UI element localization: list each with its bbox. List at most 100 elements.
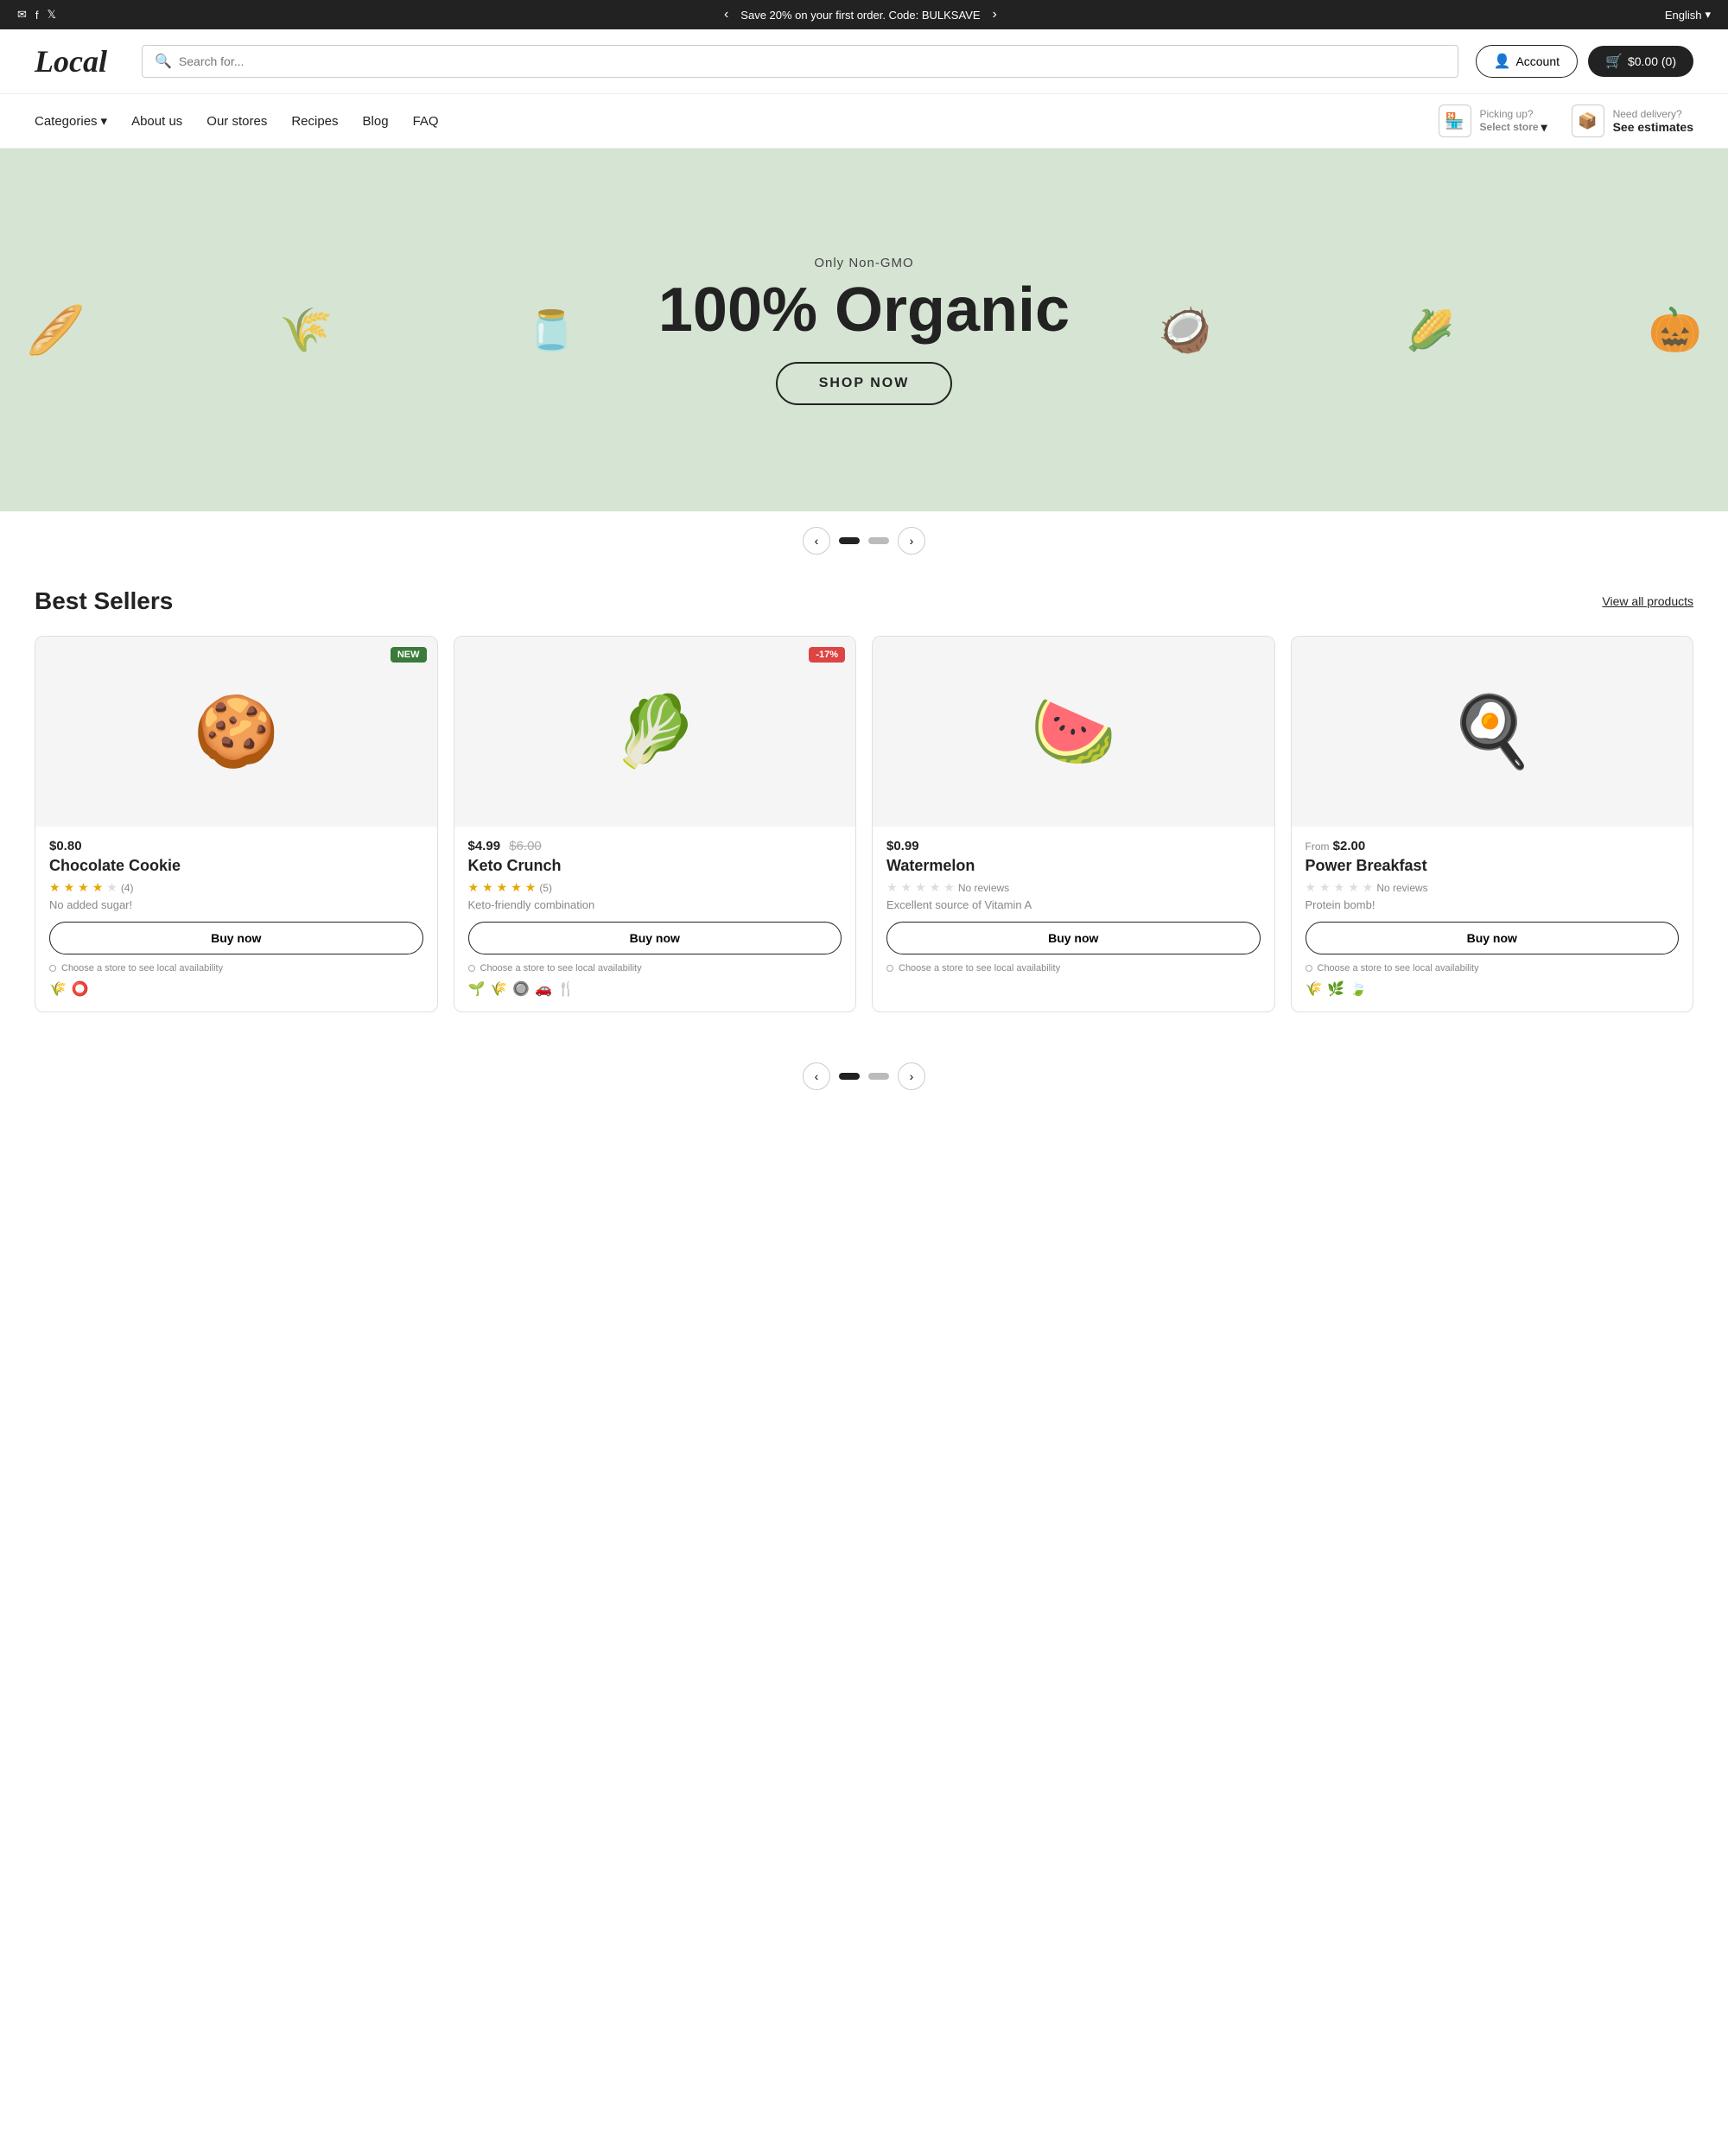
star-5: ★ [525, 880, 537, 895]
nav-left: Categories ▾ About us Our stores Recipes… [35, 113, 439, 129]
bottom-carousel-next-btn[interactable]: › [898, 1062, 925, 1090]
cart-button[interactable]: 🛒 $0.00 (0) [1588, 46, 1693, 77]
star-3: ★ [497, 880, 508, 895]
star-5: ★ [106, 880, 118, 895]
buy-now-button[interactable]: Buy now [1306, 922, 1680, 954]
site-logo[interactable]: Local [35, 43, 107, 79]
search-icon: 🔍 [155, 53, 172, 70]
product-stars: ★ ★ ★ ★ ★ No reviews [886, 880, 1261, 895]
review-count: No reviews [958, 882, 1009, 894]
tag-circle: ⭕ [72, 980, 89, 998]
nav-right: 🏪 Picking up? Select store ▾ 📦 Need deli… [1439, 105, 1693, 137]
store-icon: 🏪 [1439, 105, 1471, 137]
bottom-carousel-dot-1[interactable] [839, 1073, 860, 1080]
product-name: Chocolate Cookie [49, 857, 423, 875]
pickup-selector[interactable]: 🏪 Picking up? Select store ▾ [1439, 105, 1547, 137]
product-info: From $2.00 Power Breakfast ★ ★ ★ ★ ★ No … [1292, 839, 1693, 911]
hero-carousel-nav: ‹ › [0, 511, 1728, 570]
product-price: $4.99 $6.00 [468, 839, 842, 853]
search-bar: 🔍 [142, 45, 1458, 78]
product-card-power-breakfast: 🍳 From $2.00 Power Breakfast ★ ★ ★ ★ ★ N… [1291, 636, 1694, 1012]
bottom-carousel-prev-btn[interactable]: ‹ [803, 1062, 830, 1090]
product-stars: ★ ★ ★ ★ ★ No reviews [1306, 880, 1680, 895]
nav-faq[interactable]: FAQ [413, 114, 439, 129]
buy-now-button[interactable]: Buy now [468, 922, 842, 954]
star-3: ★ [915, 880, 926, 895]
carousel-dot-1[interactable] [839, 537, 860, 544]
product-desc: Keto-friendly combination [468, 898, 842, 911]
availability-dot [49, 965, 56, 972]
announcement-next-btn[interactable]: › [993, 7, 997, 22]
carousel-dot-2[interactable] [868, 537, 889, 544]
nav-blog[interactable]: Blog [363, 114, 389, 129]
star-4: ★ [1348, 880, 1359, 895]
product-desc: Protein bomb! [1306, 898, 1680, 911]
product-badge-new: NEW [391, 647, 427, 663]
facebook-icon: f [35, 9, 39, 22]
nav-stores[interactable]: Our stores [206, 114, 267, 129]
section-header: Best Sellers View all products [35, 587, 1693, 615]
product-card-watermelon: 🍉 $0.99 Watermelon ★ ★ ★ ★ ★ No reviews … [872, 636, 1275, 1012]
email-icon: ✉ [17, 8, 27, 22]
announcement-prev-btn[interactable]: ‹ [724, 7, 728, 22]
product-card-keto-crunch: 🥬 -17% $4.99 $6.00 Keto Crunch ★ ★ ★ ★ ★… [454, 636, 857, 1012]
carousel-next-btn[interactable]: › [898, 527, 925, 555]
nav-categories[interactable]: Categories ▾ [35, 113, 107, 129]
availability-dot [468, 965, 475, 972]
buy-now-button[interactable]: Buy now [886, 922, 1261, 954]
delivery-label: See estimates [1613, 120, 1693, 134]
star-5: ★ [943, 880, 955, 895]
hero-product-2: 🌾 [279, 305, 333, 356]
cart-label: $0.00 (0) [1628, 54, 1676, 68]
product-badge-sale: -17% [809, 647, 845, 663]
tag-grain: 🌾 [1306, 980, 1323, 998]
product-availability: Choose a store to see local availability [873, 963, 1274, 973]
account-button[interactable]: 👤 Account [1476, 45, 1579, 78]
delivery-hint: Need delivery? [1613, 108, 1693, 120]
language-selector[interactable]: English ▾ [1665, 8, 1711, 22]
user-icon: 👤 [1494, 53, 1511, 70]
social-icons: ✉ f 𝕏 [17, 8, 56, 22]
nav-recipes[interactable]: Recipes [291, 114, 338, 129]
tag-gluten-free: 🌾 [49, 980, 67, 998]
hero-subtitle: Only Non-GMO [658, 256, 1070, 270]
pickup-label: Select store ▾ [1480, 120, 1547, 135]
announcement-message: Save 20% on your first order. Code: BULK… [740, 9, 980, 22]
nav-bar: Categories ▾ About us Our stores Recipes… [0, 94, 1728, 149]
product-info: $4.99 $6.00 Keto Crunch ★ ★ ★ ★ ★ (5) Ke… [454, 839, 856, 911]
star-3: ★ [1334, 880, 1345, 895]
carousel-prev-btn[interactable]: ‹ [803, 527, 830, 555]
best-sellers-title: Best Sellers [35, 587, 173, 615]
product-name: Watermelon [886, 857, 1261, 875]
product-image-watermelon: 🍉 [873, 637, 1274, 827]
availability-dot [886, 965, 893, 972]
product-availability: Choose a store to see local availability [454, 963, 856, 973]
bottom-carousel-dot-2[interactable] [868, 1073, 889, 1080]
tag-fork: 🍴 [557, 980, 575, 998]
account-label: Account [1515, 54, 1560, 68]
nav-about[interactable]: About us [131, 114, 182, 129]
review-count: (4) [121, 882, 134, 894]
hero-title: 100% Organic [658, 279, 1070, 341]
product-name: Keto Crunch [468, 857, 842, 875]
buy-now-button[interactable]: Buy now [49, 922, 423, 954]
star-5: ★ [1363, 880, 1374, 895]
star-4: ★ [511, 880, 522, 895]
pickup-hint: Picking up? [1480, 108, 1547, 120]
product-price: $0.80 [49, 839, 423, 853]
product-price: From $2.00 [1306, 839, 1680, 853]
hero-cta-button[interactable]: SHOP NOW [776, 362, 953, 405]
search-input[interactable] [179, 54, 1445, 68]
chevron-down-icon: ▾ [101, 113, 108, 129]
star-1: ★ [49, 880, 60, 895]
star-2: ★ [482, 880, 493, 895]
review-count: No reviews [1376, 882, 1427, 894]
chevron-down-icon: ▾ [1705, 8, 1711, 22]
product-price: $0.99 [886, 839, 1261, 853]
delivery-selector[interactable]: 📦 Need delivery? See estimates [1572, 105, 1693, 137]
product-stars: ★ ★ ★ ★ ★ (5) [468, 880, 842, 895]
availability-dot [1306, 965, 1312, 972]
star-2: ★ [64, 880, 75, 895]
view-all-link[interactable]: View all products [1602, 594, 1693, 608]
tag-circle: 🔘 [512, 980, 530, 998]
